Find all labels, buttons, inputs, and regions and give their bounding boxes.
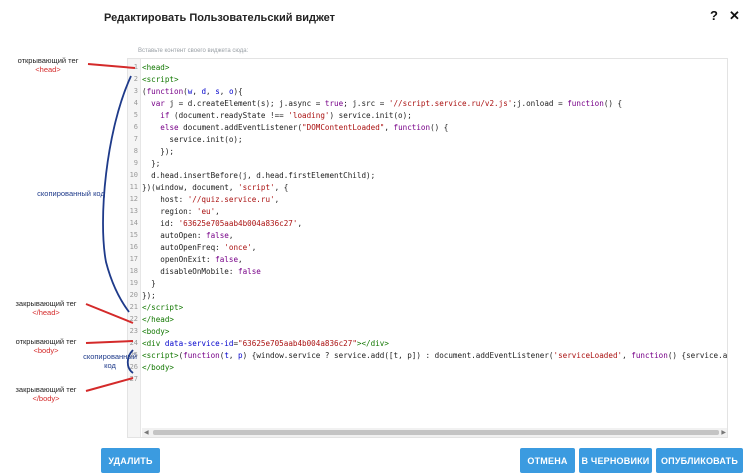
line-number: 17: [129, 255, 138, 263]
code-line: }: [142, 279, 156, 288]
line-number: 4: [133, 99, 138, 107]
code-line: autoOpenFreq: 'once',: [142, 243, 257, 252]
annotation-open-body: открывающий тег <body>: [6, 337, 86, 355]
widget-editor-dialog: Редактировать Пользовательский виджет ? …: [93, 0, 750, 476]
line-number: 11: [129, 183, 138, 191]
scroll-right-icon[interactable]: ▶: [721, 429, 726, 436]
annotation-open-head: открывающий тег <head>: [8, 56, 88, 74]
line-number: 21: [129, 303, 138, 311]
save-draft-button[interactable]: В ЧЕРНОВИКИ: [579, 448, 652, 473]
dialog-title: Редактировать Пользовательский виджет: [104, 12, 336, 24]
code-area[interactable]: <head> <script> (function(w, d, s, o){ v…: [142, 59, 727, 423]
editor-hint: Вставьте контент своего виджета сюда:: [138, 48, 249, 54]
publish-button[interactable]: ОПУБЛИКОВАТЬ: [656, 448, 743, 473]
code-line: service.init(o);: [142, 135, 243, 144]
line-number: 14: [129, 219, 138, 227]
annotation-text: открывающий тег: [17, 56, 79, 65]
line-number: 13: [129, 207, 138, 215]
scroll-left-icon[interactable]: ◀: [144, 429, 149, 436]
annotation-tag: <body>: [33, 346, 59, 355]
line-number: 9: [133, 159, 138, 167]
line-number: 6: [133, 123, 138, 131]
code-line: });: [142, 291, 156, 300]
code-line: </script>: [142, 303, 184, 312]
line-number: 5: [133, 111, 138, 119]
code-line: </head>: [142, 315, 175, 324]
code-line: </body>: [142, 363, 175, 372]
cancel-button[interactable]: ОТМЕНА: [520, 448, 575, 473]
code-line: (function(w, d, s, o){: [142, 87, 243, 96]
code-line: d.head.insertBefore(j, d.head.firstEleme…: [142, 171, 376, 180]
code-line: };: [142, 159, 161, 168]
annotation-tag: <head>: [35, 65, 61, 74]
code-line: <script>: [142, 75, 179, 84]
code-line: <head>: [142, 63, 170, 72]
line-number: 16: [129, 243, 138, 251]
code-line: });: [142, 147, 175, 156]
line-number: 23: [129, 327, 138, 335]
line-number: 7: [133, 135, 138, 143]
code-line: <div data-service-id="63625e705aab4b004a…: [142, 339, 389, 348]
annotation-text: открывающий тег: [15, 337, 77, 346]
code-line: openOnExit: false,: [142, 255, 243, 264]
code-line: var j = d.createElement(s); j.async = tr…: [151, 99, 623, 108]
annotation-close-body: закрывающий тег </body>: [6, 385, 86, 403]
line-number: 22: [129, 315, 138, 323]
delete-button[interactable]: УДАЛИТЬ: [101, 448, 160, 473]
code-line: if (document.readyState !== 'loading') s…: [160, 111, 412, 120]
line-number: 8: [133, 147, 138, 155]
code-line: })(window, document, 'script', {: [142, 183, 289, 192]
line-number-gutter: 1 2 3 4 5 6 7 8 9 10 11 12 13 14 15 16 17 18 19 20 21 22 23 24 2…: [128, 59, 141, 437]
annotation-tag: </body>: [32, 394, 60, 403]
scrollbar-thumb[interactable]: [153, 430, 719, 435]
annotation-copied-code: скопированный код: [37, 189, 105, 198]
dialog-header: Редактировать Пользовательский виджет ? …: [93, 0, 750, 34]
annotation-close-head: закрывающий тег </head>: [6, 299, 86, 317]
code-line: <body>: [142, 327, 170, 336]
line-number: 27: [129, 375, 138, 383]
annotation-text: закрывающий тег: [15, 299, 77, 308]
line-number: 20: [129, 291, 138, 299]
line-number: 1: [133, 63, 138, 71]
code-line: <script>(function(t, p) {window.service …: [142, 351, 727, 360]
code-editor[interactable]: 1 2 3 4 5 6 7 8 9 10 11 12 13 14 15 16 17 18 19 20 21 22 23 24 2…: [127, 58, 728, 438]
code-line: host: '//quiz.service.ru',: [142, 195, 280, 204]
line-number: 15: [129, 231, 138, 239]
code-line: region: 'eu',: [142, 207, 220, 216]
code-line: id: '63625e705aab4b004a836c27',: [142, 219, 303, 228]
line-number: 2: [133, 75, 138, 83]
annotation-copied-code-2: скопированный код: [83, 352, 137, 370]
code-line: autoOpen: false,: [142, 231, 234, 240]
code-line: else document.addEventListener("DOMConte…: [160, 123, 449, 132]
code-line: disableOnMobile: false: [142, 267, 261, 276]
help-icon[interactable]: ?: [710, 8, 718, 23]
annotation-text: закрывающий тег: [15, 385, 77, 394]
close-icon[interactable]: ✕: [729, 8, 740, 24]
annotation-tag: </head>: [32, 308, 60, 317]
dialog-footer: УДАЛИТЬ ОТМЕНА В ЧЕРНОВИКИ ОПУБЛИКОВАТЬ: [93, 438, 750, 476]
line-number: 10: [129, 171, 138, 179]
line-number: 12: [129, 195, 138, 203]
line-number: 24: [129, 339, 138, 347]
line-number: 3: [133, 87, 138, 95]
line-number: 18: [129, 267, 138, 275]
horizontal-scrollbar[interactable]: ◀ ▶: [142, 428, 727, 437]
line-number: 19: [129, 279, 138, 287]
